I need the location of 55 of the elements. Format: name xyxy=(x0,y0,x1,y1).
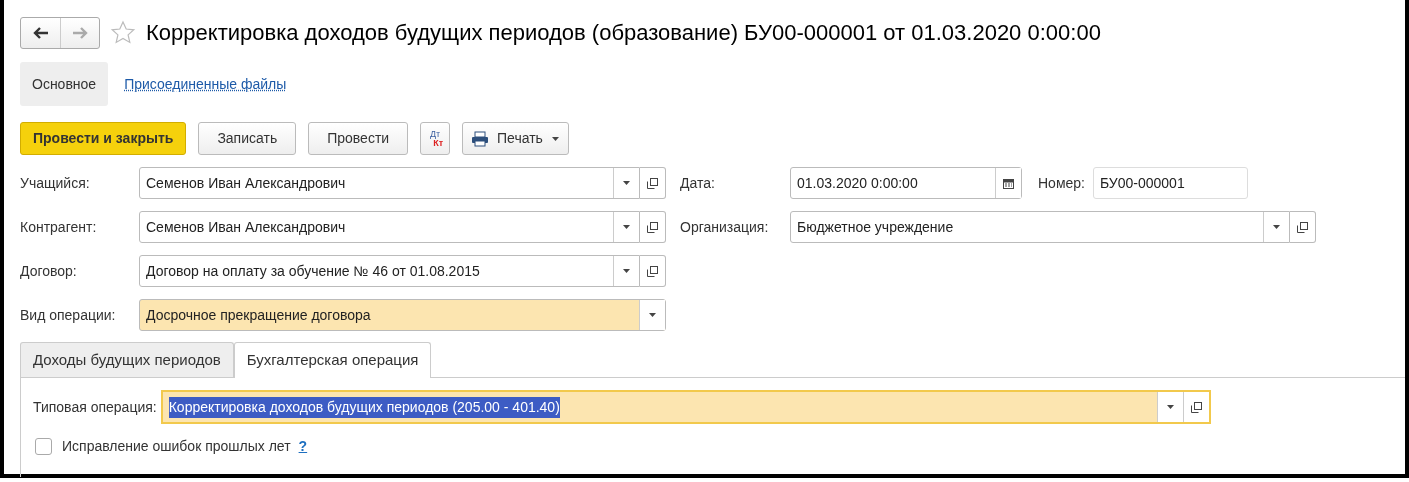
toolbar-button[interactable]: Записать xyxy=(198,122,297,155)
caret-icon xyxy=(622,267,631,275)
open-window-icon xyxy=(646,176,659,190)
field-label: Типовая операция: xyxy=(33,397,157,417)
open-button[interactable] xyxy=(1182,392,1209,422)
open-window-icon xyxy=(1189,400,1203,414)
caret-icon xyxy=(1165,403,1175,411)
checkbox-label: Исправление ошибок прошлых лет xyxy=(62,437,291,456)
caret-icon xyxy=(550,134,560,143)
tab[interactable]: Доходы будущих периодов xyxy=(20,342,234,377)
field-label: Номер: xyxy=(1038,173,1085,193)
field-label: Учащийся: xyxy=(20,173,91,193)
window-title: Корректировка доходов будущих периодов (образование) БУ00-000001 от 01.03.2020 0:00:00 xyxy=(146,19,1101,47)
open-window-icon xyxy=(646,264,659,278)
date-field[interactable]: 01.03.2020 0:00:00 xyxy=(790,167,1022,199)
select-field[interactable]: Семенов Иван Александрович xyxy=(139,211,640,243)
caret-icon xyxy=(648,311,657,319)
post-and-close-button[interactable]: Провести и закрыть xyxy=(20,122,187,155)
star-icon[interactable] xyxy=(110,20,136,46)
left-arrow-icon xyxy=(31,26,50,40)
debit-label: Дт xyxy=(429,129,441,139)
credit-label: Кт xyxy=(433,138,444,148)
caret-icon xyxy=(622,179,631,187)
select-field[interactable]: Семенов Иван Александрович xyxy=(139,167,640,199)
caret-icon xyxy=(1272,223,1281,231)
open-button[interactable] xyxy=(640,255,666,287)
field-label: Организация: xyxy=(680,217,770,237)
number-field[interactable]: БУ00-000001 xyxy=(1093,167,1248,199)
field-label: Договор: xyxy=(20,261,78,281)
dropdown-button[interactable] xyxy=(639,300,665,330)
calendar-icon xyxy=(1003,177,1014,189)
open-button[interactable] xyxy=(640,211,666,243)
field-label: Дата: xyxy=(680,173,716,193)
debit-credit-button[interactable]: Дт Кт xyxy=(420,122,451,155)
open-window-icon xyxy=(646,220,659,234)
checkbox[interactable] xyxy=(35,438,52,455)
open-button[interactable] xyxy=(640,167,666,199)
field-label: Вид операции: xyxy=(20,305,117,325)
select-field[interactable]: Досрочное прекращение договора xyxy=(139,299,666,331)
printer-icon xyxy=(471,130,490,147)
select-field[interactable]: Договор на оплату за обучение № 46 от 01.08.2015 xyxy=(139,255,640,287)
print-button[interactable]: Печать xyxy=(462,122,569,155)
caret-icon xyxy=(622,223,631,231)
field-label: Контрагент: xyxy=(20,217,98,237)
section-tab[interactable]: Основное xyxy=(20,62,109,106)
toolbar-button[interactable]: Провести xyxy=(308,122,409,155)
select-field[interactable]: Корректировка доходов будущих периодов (205.00 - 401.40) xyxy=(160,390,1211,424)
calendar-button[interactable] xyxy=(995,168,1021,198)
section-tab[interactable]: Присоединенные файлы xyxy=(124,73,287,95)
right-arrow-icon xyxy=(71,26,89,40)
open-button[interactable] xyxy=(1290,211,1316,243)
select-field[interactable]: Бюджетное учреждение xyxy=(790,211,1290,243)
tab[interactable]: Бухгалтерская операция xyxy=(233,342,432,378)
help-link[interactable]: ? xyxy=(298,436,308,457)
open-window-icon xyxy=(1296,220,1309,234)
